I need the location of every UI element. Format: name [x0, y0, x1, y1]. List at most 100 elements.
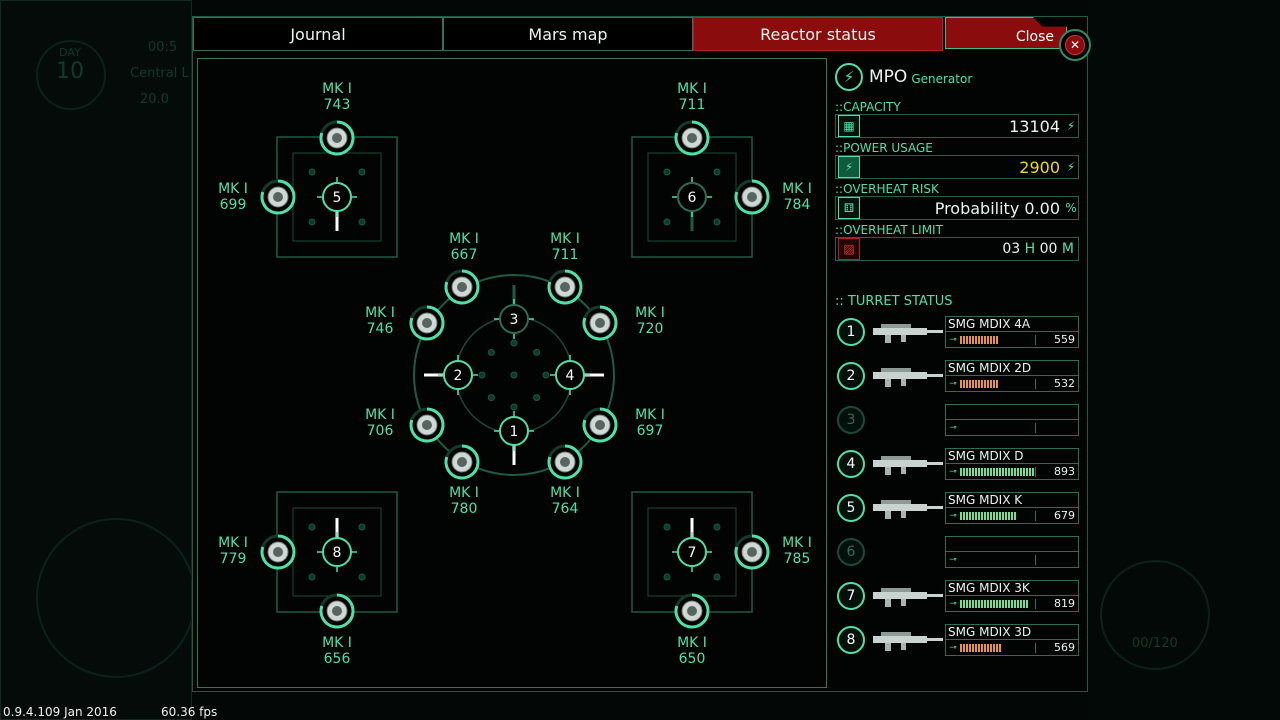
- turret-hub-number: 1: [510, 424, 519, 440]
- emplacement-mk: MK I: [677, 635, 707, 651]
- gun-magazine: [901, 379, 906, 386]
- turret-hub-number: 4: [566, 368, 575, 384]
- tab-mars-map[interactable]: Mars map: [443, 17, 693, 51]
- vent-dot: [478, 371, 486, 379]
- gun-sight: [881, 500, 911, 504]
- turret-ammo-row: ⊸: [946, 552, 1078, 567]
- close-icon-button[interactable]: ✕: [1059, 29, 1091, 61]
- emplacement-mk: MK I: [550, 231, 580, 247]
- emplacement-gear-icon: [319, 120, 355, 156]
- gun-magazine: [901, 643, 906, 650]
- emplacement-gear-center: [457, 282, 467, 292]
- turret-hub-5: 5: [317, 177, 357, 231]
- emplacement-mk: MK I: [635, 305, 665, 321]
- overheat-risk-row: ⚅ Probability 0.00 %: [835, 196, 1079, 220]
- emplacement-label: MK I 785: [772, 535, 822, 567]
- emplacement-gear-center: [747, 547, 757, 557]
- turret-weapon-name: SMG MDIX K: [946, 493, 1078, 508]
- turret-ammo-row: ⊸ 569: [946, 640, 1078, 655]
- turret-status-row-8[interactable]: 8 SMG MDIX 3D ⊸ 569: [835, 624, 1079, 656]
- turret-ammo-row: ⊸ 893: [946, 464, 1078, 479]
- emplacement-gear-center: [457, 457, 467, 467]
- emplacement-value: 785: [783, 551, 811, 567]
- vent-dot: [358, 218, 366, 226]
- turret-number-badge: 3: [837, 406, 865, 434]
- emplacement-label: MK I 743: [312, 81, 362, 113]
- emplacement-mk: MK I: [218, 535, 248, 551]
- smg-weapon-icon: [871, 408, 945, 432]
- ammo-count: 893: [1054, 465, 1075, 478]
- emplacement-gear-center: [687, 606, 697, 616]
- overheat-risk-value: Probability 0.00: [934, 198, 1060, 218]
- ammo-bar: [960, 554, 1036, 565]
- emplacement-gear-center: [273, 547, 283, 557]
- emplacement-gear-center: [747, 192, 757, 202]
- emplacement-mk: MK I: [677, 81, 707, 97]
- lightning-icon: ⚡: [835, 63, 863, 91]
- tab-reactor-status[interactable]: Reactor status: [693, 17, 943, 51]
- background-temperature: 20.0: [140, 92, 169, 107]
- vent-dot: [533, 348, 541, 356]
- overheat-warning-icon: ▨: [838, 238, 860, 260]
- emplacement-value: 780: [450, 501, 478, 517]
- turret-number-badge: 4: [837, 450, 865, 478]
- ammo-bar-fill: [960, 335, 998, 344]
- ammo-bar-fill: [960, 467, 1035, 476]
- vent-dot: [487, 394, 495, 402]
- emplacement-gear-icon: [582, 407, 618, 443]
- background-ring-bottom-right: [1100, 560, 1210, 670]
- capacity-row: ▦ 13104 ⚡: [835, 114, 1079, 138]
- turret-status-row-5[interactable]: 5 SMG MDIX K ⊸ 679: [835, 492, 1079, 524]
- ammo-bar: [960, 598, 1036, 609]
- generator-header: ⚡ MPO Generator: [835, 62, 972, 92]
- background-day: DAY 10: [42, 46, 98, 96]
- emplacement-gear-center: [595, 318, 605, 328]
- emplacement-value: 784: [783, 197, 811, 213]
- emplacement-gear-icon: [674, 120, 710, 156]
- gun-sight: [881, 588, 911, 592]
- emplacement-gear-icon: [547, 444, 583, 480]
- turret-status-row-6[interactable]: 6 ⊸: [835, 536, 1079, 568]
- gun-grip: [885, 511, 891, 519]
- emplacement-gear-center: [560, 282, 570, 292]
- turret-status-row-1[interactable]: 1 SMG MDIX 4A ⊸ 559: [835, 316, 1079, 348]
- ammo-bar-fill: [960, 643, 1002, 652]
- emplacement-gear-center: [422, 420, 432, 430]
- gun-body: [873, 460, 927, 467]
- emplacement-label: MK I 784: [772, 181, 822, 213]
- vent-dot: [358, 573, 366, 581]
- turret-ammo-row: ⊸ 819: [946, 596, 1078, 611]
- emplacement-gear-icon: [444, 269, 480, 305]
- vent-dot: [663, 168, 671, 176]
- smg-weapon-graphic: [873, 368, 943, 387]
- ammo-bar-fill: [960, 379, 998, 388]
- turret-status-row-7[interactable]: 7 SMG MDIX 3K ⊸ 819: [835, 580, 1079, 612]
- turret-status-row-4[interactable]: 4 SMG MDIX D ⊸ 893: [835, 448, 1079, 480]
- overheat-limit-row: ▨ 03 H 00 M: [835, 237, 1079, 261]
- turret-layout-graphic: 1 2 3 4 5 6 7 8: [260, 120, 770, 629]
- emplacement-gear-center: [273, 192, 283, 202]
- bolt-icon: ⚡: [1066, 160, 1076, 174]
- ammo-bar: [960, 510, 1036, 521]
- emplacement-mk: MK I: [550, 485, 580, 501]
- turret-status-row-2[interactable]: 2 SMG MDIX 2D ⊸ 532: [835, 360, 1079, 392]
- turret-info-box: SMG MDIX 4A ⊸ 559: [945, 316, 1079, 348]
- ammo-count: 569: [1054, 641, 1075, 654]
- turret-hub-number: 7: [688, 545, 697, 561]
- power-usage-value: 2900: [1019, 157, 1060, 177]
- emplacement-mk: MK I: [365, 407, 395, 423]
- power-usage-stat: ::POWER USAGE ⚡ 2900 ⚡: [835, 141, 1079, 179]
- tab-journal[interactable]: Journal: [193, 17, 443, 51]
- gun-grip: [885, 467, 891, 475]
- capacity-value: 13104: [1009, 116, 1060, 136]
- turret-status-row-3[interactable]: 3 ⊸: [835, 404, 1079, 436]
- turret-hub-number: 8: [333, 545, 342, 561]
- turret-info-box: SMG MDIX D ⊸ 893: [945, 448, 1079, 480]
- gun-barrel: [927, 374, 943, 377]
- emplacement-mk: MK I: [635, 407, 665, 423]
- dice-icon: ⚅: [838, 197, 860, 219]
- emplacement-gear-icon: [547, 269, 583, 305]
- close-button[interactable]: Close: [945, 17, 1067, 49]
- ammo-count: 559: [1054, 333, 1075, 346]
- vent-dot: [487, 348, 495, 356]
